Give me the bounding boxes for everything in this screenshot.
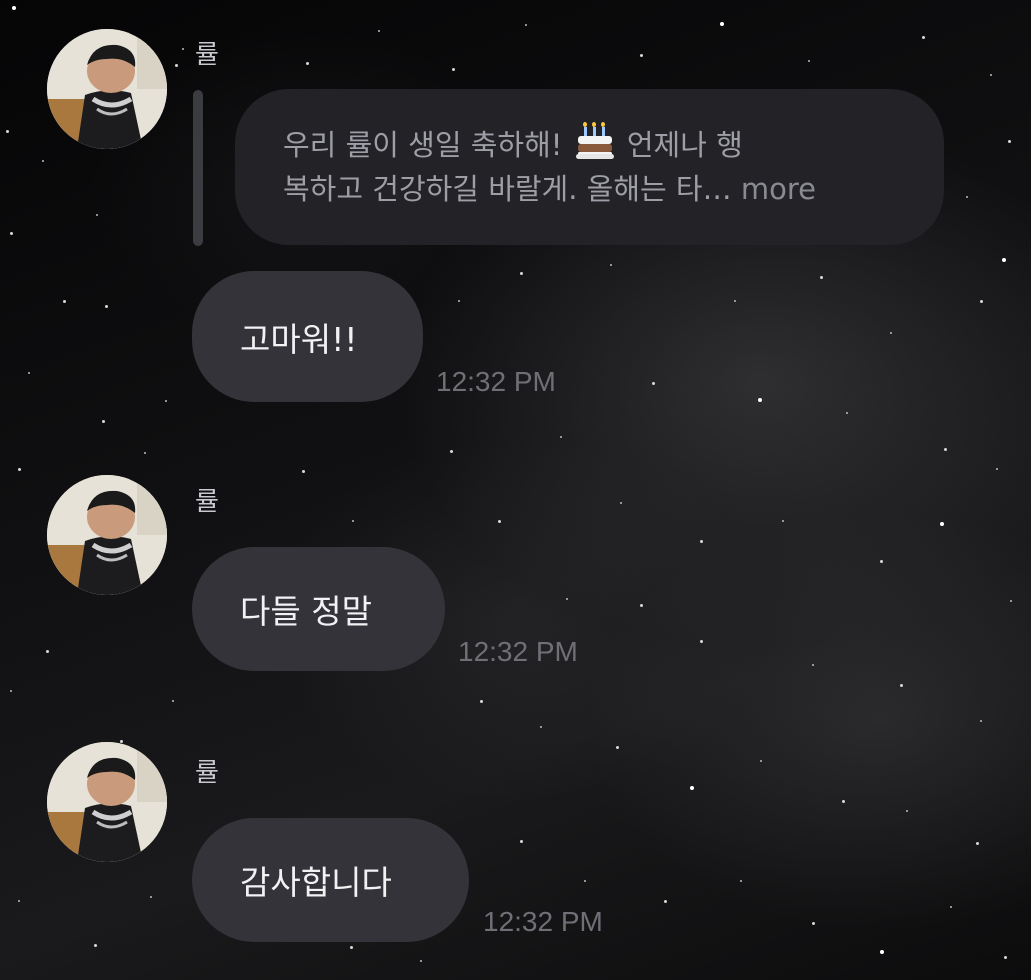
quoted-text-part: 언제나 행 [626,128,743,162]
sender-name: 률 [195,40,219,70]
avatar-photo [47,29,167,149]
message-text: 고마워!! [240,319,358,359]
message-bubble[interactable]: 감사합니다 [192,818,469,942]
birthday-cake-icon [575,122,614,159]
more-link[interactable]: more [741,172,816,206]
message-text: 감사합니다 [240,863,392,902]
message-bubble[interactable]: 고마워!! [192,271,423,402]
avatar[interactable] [47,742,167,862]
avatar[interactable] [47,29,167,149]
message-timestamp: 12:32 PM [483,906,603,937]
reply-quote-bar [193,90,203,246]
avatar[interactable] [47,475,167,595]
avatar-photo [47,742,167,862]
sender-name: 률 [195,487,219,517]
quoted-text-part: 복하고 건강하길 바랄게. 올해는 타… [283,172,732,206]
quoted-text-part: 우리 률이 생일 축하해! [283,128,563,162]
message-text: 다들 정말 [240,592,372,631]
sender-name: 률 [195,758,219,788]
message-bubble[interactable]: 다들 정말 [192,547,445,671]
quoted-text-line-1: 우리 률이 생일 축하해! 언제나 행 [283,122,898,167]
quoted-reply-bubble[interactable]: 우리 률이 생일 축하해! 언제나 행 복하고 건강하길 바랄게. 올해는 타…… [235,89,944,245]
quoted-text-line-2: 복하고 건강하길 바랄게. 올해는 타… more [283,167,898,211]
message-timestamp: 12:32 PM [436,366,556,397]
avatar-photo [47,475,167,595]
message-timestamp: 12:32 PM [458,636,578,667]
